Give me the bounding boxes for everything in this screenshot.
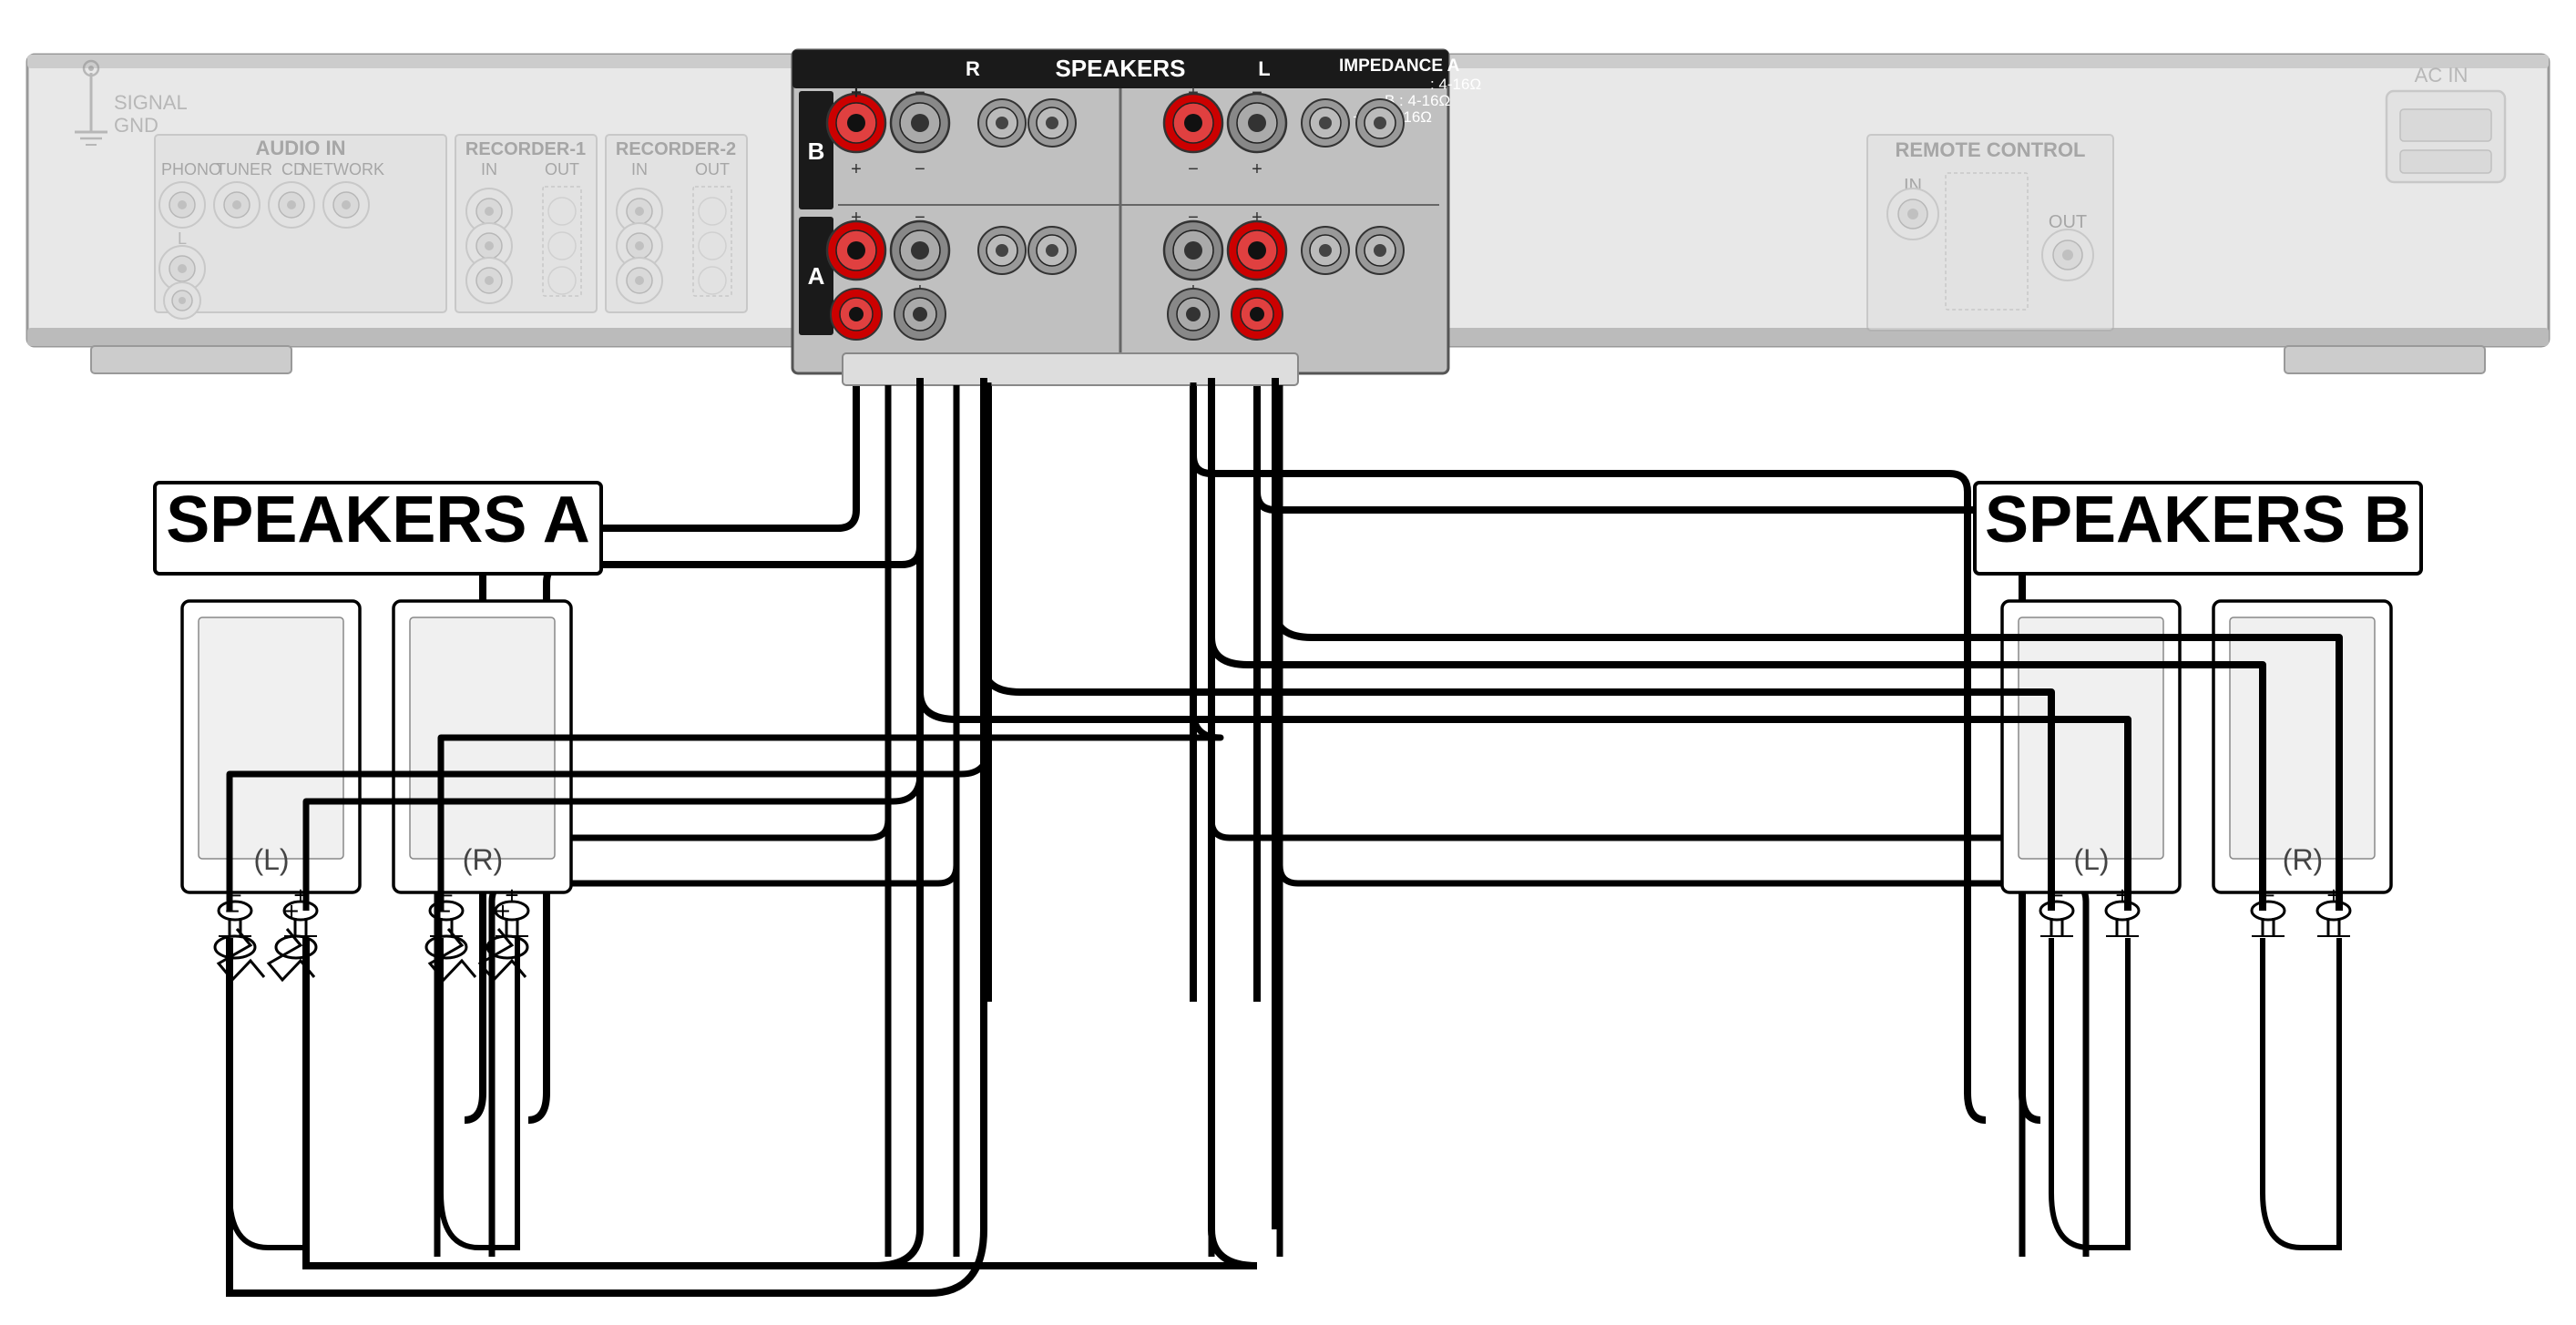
svg-text:AUDIO IN: AUDIO IN (256, 137, 346, 159)
speaker-b-r-label: (R) (2283, 843, 2323, 876)
svg-text:AC IN: AC IN (2415, 64, 2469, 87)
speakers-panel: SPEAKERS R L IMPEDANCE A : 4-16Ω B : 4-1… (792, 50, 1481, 373)
svg-text:−: − (915, 159, 925, 179)
svg-text:: 4-16Ω: : 4-16Ω (1430, 76, 1481, 93)
svg-text:PHONO: PHONO (161, 160, 221, 178)
svg-text:SIGNAL: SIGNAL (114, 91, 188, 114)
svg-text:R: R (966, 57, 980, 80)
audio-in-panel: AUDIO IN PHONO TUNER CD NETWORK L R (155, 135, 446, 319)
speaker-b-l-label: (L) (2073, 843, 2109, 876)
svg-text:TUNER: TUNER (216, 160, 272, 178)
svg-text:RECORDER-2: RECORDER-2 (616, 139, 736, 159)
speaker-a-r-label: (R) (463, 843, 503, 876)
svg-text:IMPEDANCE A: IMPEDANCE A (1339, 56, 1460, 76)
svg-text:OUT: OUT (695, 160, 730, 178)
svg-text:+: + (851, 159, 862, 179)
svg-text:+: + (505, 882, 518, 909)
speaker-a-l-label: (L) (253, 843, 289, 876)
remote-control-panel: REMOTE CONTROL IN OUT (1867, 135, 2113, 331)
svg-text:B: B (808, 138, 825, 165)
speakers-b-box: SPEAKERS B (L) (R) (1975, 483, 2421, 892)
svg-text:A: A (808, 262, 825, 290)
svg-text:+: + (1252, 159, 1262, 179)
svg-text:−: − (1188, 159, 1199, 179)
svg-text:NETWORK: NETWORK (301, 160, 384, 178)
svg-text:IN: IN (631, 160, 648, 178)
speakers-panel-label: SPEAKERS (1055, 55, 1185, 82)
main-diagram: SIGNAL GND AUDIO IN PHONO TUNER CD NETWO… (0, 0, 2576, 1325)
speakers-a-label: SPEAKERS A (166, 484, 589, 556)
svg-text:RECORDER-1: RECORDER-1 (465, 139, 586, 159)
recorder2-panel: RECORDER-2 IN OUT (606, 135, 747, 312)
svg-text:+: + (851, 83, 862, 103)
svg-text:IN: IN (481, 160, 497, 178)
svg-text:OUT: OUT (545, 160, 579, 178)
recorder1-panel: RECORDER-1 IN OUT (455, 135, 597, 312)
speakers-b-label: SPEAKERS B (1985, 484, 2411, 556)
svg-text:L: L (1258, 57, 1270, 80)
svg-text:GND: GND (114, 114, 158, 137)
svg-text:REMOTE CONTROL: REMOTE CONTROL (1896, 138, 2086, 161)
